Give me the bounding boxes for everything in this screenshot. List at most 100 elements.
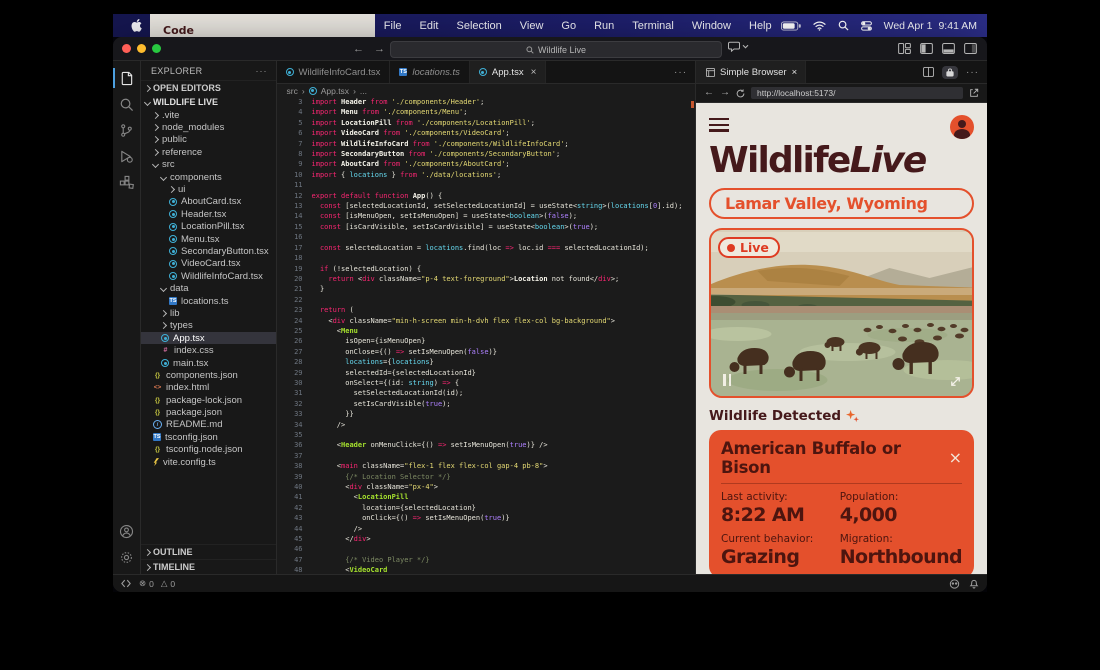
browser-more-actions-icon[interactable]: ··· (966, 67, 979, 78)
menu-terminal[interactable]: Terminal (623, 20, 683, 32)
tree-item-tsconfig.json[interactable]: TStsconfig.json (141, 431, 276, 443)
timeline-section[interactable]: TIMELINE (141, 559, 276, 574)
tree-item-package.json[interactable]: {}package.json (141, 406, 276, 418)
open-editors-section[interactable]: OPEN EDITORS (141, 80, 276, 95)
fullscreen-button[interactable] (949, 375, 962, 388)
browser-forward-icon[interactable]: → (720, 88, 730, 98)
notifications-bell-icon[interactable] (969, 578, 979, 589)
tree-item-label: LocationPill.tsx (181, 221, 244, 232)
history-forward-button[interactable]: → (374, 43, 385, 55)
url-input[interactable]: http://localhost:5173/ (751, 87, 963, 99)
tree-item-components[interactable]: components (141, 171, 276, 183)
tree-item-AboutCard.tsx[interactable]: AboutCard.tsx (141, 196, 276, 208)
lock-icon[interactable] (942, 66, 958, 79)
accounts-icon[interactable] (113, 518, 140, 544)
tab-WildlifeInfoCard.tsx[interactable]: WildlifeInfoCard.tsx (277, 61, 391, 83)
customize-layout-icon[interactable] (898, 43, 911, 54)
close-tab-icon[interactable]: × (792, 67, 798, 78)
zoom-window-button[interactable] (152, 44, 161, 53)
editor-more-actions-icon[interactable]: ··· (674, 61, 695, 83)
search-view-icon[interactable] (113, 91, 140, 117)
tree-item-Menu.tsx[interactable]: Menu.tsx (141, 233, 276, 245)
location-pill-button[interactable]: Lamar Valley, Wyoming (709, 188, 974, 219)
tree-item-reference[interactable]: reference (141, 146, 276, 158)
tree-item-locations.ts[interactable]: TSlocations.ts (141, 295, 276, 307)
menu-go[interactable]: Go (552, 20, 585, 32)
control-center-icon[interactable] (861, 21, 872, 31)
settings-gear-icon[interactable] (113, 544, 140, 570)
tree-item-index.css[interactable]: #index.css (141, 344, 276, 356)
problems-indicator[interactable]: ⊗ 0 △ 0 (139, 578, 175, 589)
tree-item-vite.config.ts[interactable]: vite.config.ts (141, 456, 276, 468)
pause-button[interactable] (723, 374, 731, 386)
tree-item-data[interactable]: data (141, 282, 276, 294)
tree-item-README.md[interactable]: iREADME.md (141, 419, 276, 431)
browser-reload-icon[interactable] (736, 89, 745, 98)
browser-back-icon[interactable]: ← (704, 88, 714, 98)
toggle-primary-sidebar-icon[interactable] (920, 43, 933, 54)
tree-item-package-lock.json[interactable]: {}package-lock.json (141, 394, 276, 406)
copilot-menu-button[interactable] (728, 41, 749, 52)
hamburger-menu-icon[interactable] (709, 115, 729, 132)
live-video-card[interactable]: Live (709, 228, 974, 398)
run-debug-icon[interactable] (113, 143, 140, 169)
command-center-search[interactable]: Wildlife Live (390, 41, 722, 58)
close-tab-icon[interactable]: × (531, 67, 537, 78)
tree-item-.vite[interactable]: .vite (141, 109, 276, 121)
tab-locations.ts[interactable]: TSlocations.ts (390, 61, 470, 83)
tree-item-public[interactable]: public (141, 134, 276, 146)
tree-item-node_modules[interactable]: node_modules (141, 121, 276, 133)
close-card-icon[interactable]: × (949, 450, 962, 466)
toggle-secondary-sidebar-icon[interactable] (964, 43, 977, 54)
avatar[interactable] (950, 115, 974, 139)
tree-item-LocationPill.tsx[interactable]: LocationPill.tsx (141, 221, 276, 233)
tree-item-tsconfig.node.json[interactable]: {}tsconfig.node.json (141, 444, 276, 456)
battery-icon (781, 21, 801, 31)
menu-app-name[interactable]: Code (150, 14, 375, 37)
line-number: 32 (277, 399, 312, 409)
menu-view[interactable]: View (511, 20, 553, 32)
split-editor-icon[interactable] (923, 67, 934, 77)
menu-run[interactable]: Run (585, 20, 623, 32)
simple-browser-tab[interactable]: Simple Browser × (696, 61, 806, 83)
tree-item-ui[interactable]: ui (141, 183, 276, 195)
tree-item-types[interactable]: types (141, 320, 276, 332)
breadcrumb-symbol[interactable]: ... (360, 86, 367, 96)
tree-item-App.tsx[interactable]: App.tsx (141, 332, 276, 344)
menu-window[interactable]: Window (683, 20, 740, 32)
extensions-icon[interactable] (113, 169, 140, 195)
copilot-status-icon[interactable] (949, 579, 960, 589)
open-external-icon[interactable] (969, 88, 979, 98)
tree-item-index.html[interactable]: <>index.html (141, 382, 276, 394)
explorer-icon[interactable] (113, 65, 140, 91)
menu-selection[interactable]: Selection (448, 20, 511, 32)
source-control-icon[interactable] (113, 117, 140, 143)
breadcrumb[interactable]: src › App.tsx › ... (277, 84, 696, 97)
tree-item-Header.tsx[interactable]: Header.tsx (141, 208, 276, 220)
breadcrumb-file[interactable]: App.tsx (321, 86, 349, 96)
history-back-button[interactable]: ← (353, 43, 364, 55)
tree-item-lib[interactable]: lib (141, 307, 276, 319)
remote-indicator[interactable] (121, 579, 131, 588)
tree-item-VideoCard.tsx[interactable]: VideoCard.tsx (141, 258, 276, 270)
tree-item-SecondaryButton.tsx[interactable]: SecondaryButton.tsx (141, 245, 276, 257)
menu-help[interactable]: Help (740, 20, 781, 32)
tree-item-WildlifeInfoCard.tsx[interactable]: WildlifeInfoCard.tsx (141, 270, 276, 282)
tree-item-main.tsx[interactable]: main.tsx (141, 357, 276, 369)
tab-App.tsx[interactable]: App.tsx× (470, 61, 547, 83)
tree-item-src[interactable]: src (141, 159, 276, 171)
minimize-window-button[interactable] (137, 44, 146, 53)
close-window-button[interactable] (122, 44, 131, 53)
toggle-panel-icon[interactable] (942, 43, 955, 54)
workspace-root[interactable]: WILDLIFE LIVE (141, 95, 276, 109)
apple-logo-icon[interactable] (123, 19, 150, 32)
tree-item-components.json[interactable]: {}components.json (141, 369, 276, 381)
breadcrumb-src[interactable]: src (287, 86, 298, 96)
code-line: 8import SecondaryButton from './componen… (277, 149, 696, 159)
outline-section[interactable]: OUTLINE (141, 544, 276, 559)
menu-edit[interactable]: Edit (411, 20, 448, 32)
spotlight-icon[interactable] (838, 20, 849, 31)
code-editor[interactable]: 3import Header from './components/Header… (277, 97, 696, 574)
explorer-more-actions-icon[interactable]: ··· (256, 66, 268, 76)
menu-file[interactable]: File (375, 20, 411, 32)
